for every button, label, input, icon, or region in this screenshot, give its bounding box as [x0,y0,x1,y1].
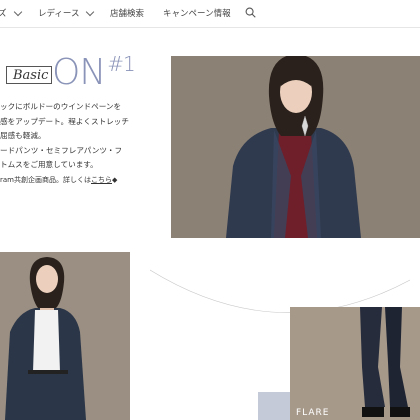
nav-item-campaign[interactable]: キャンペーン情報 [163,7,231,19]
copy-line: ードパンツ・セミフレアパンツ・フ [0,145,123,155]
chevron-down-icon [86,7,95,16]
chevron-down-icon [13,7,22,16]
title-on-1: ON #1 [52,52,136,93]
model-photo-main [171,56,420,238]
copy-note: ram共創企画商品。詳しくはこちら◆ [0,173,170,188]
model-photo-suit [0,252,130,420]
copy-line: 屈感も軽減。 [0,131,46,140]
nav-item-ladies[interactable]: レディース [38,7,95,19]
nav-item-label: キャンペーン情報 [163,9,231,19]
nav-item-label: ズ [0,9,7,19]
title-number: #1 [107,52,136,76]
note-prefix: ram共創企画商品。詳しくは [0,175,91,184]
copy-line: ックにボルドーのウインドペーンを [0,102,122,111]
title-main: ON [52,52,106,93]
note-suffix: ◆ [112,175,118,184]
search-icon[interactable] [245,7,256,18]
flare-label: FLARE [296,408,330,418]
copy-line: 感をアップデート。程よくストレッチ [0,116,129,126]
hero-copy: ックにボルドーのウインドペーンを 感をアップデート。程よくストレッチ 屈感も軽減… [0,100,170,187]
nav-item-label: 店舗検索 [110,9,145,19]
nav-item-mens[interactable]: ズ [0,7,22,19]
copy-line: トムスをご用意しています。 [0,160,98,169]
top-nav: ズ レディース 店舗検索 キャンペーン情報 [0,0,420,28]
nav-item-store-search[interactable]: 店舗検索 [110,7,144,19]
title-basic-box: Basic [6,66,52,84]
flare-panel [258,392,290,420]
details-link[interactable]: こちら [91,176,112,184]
model-photo-flare [290,307,420,420]
nav-item-label: レディース [38,9,80,19]
title-script: Basic [13,68,49,83]
